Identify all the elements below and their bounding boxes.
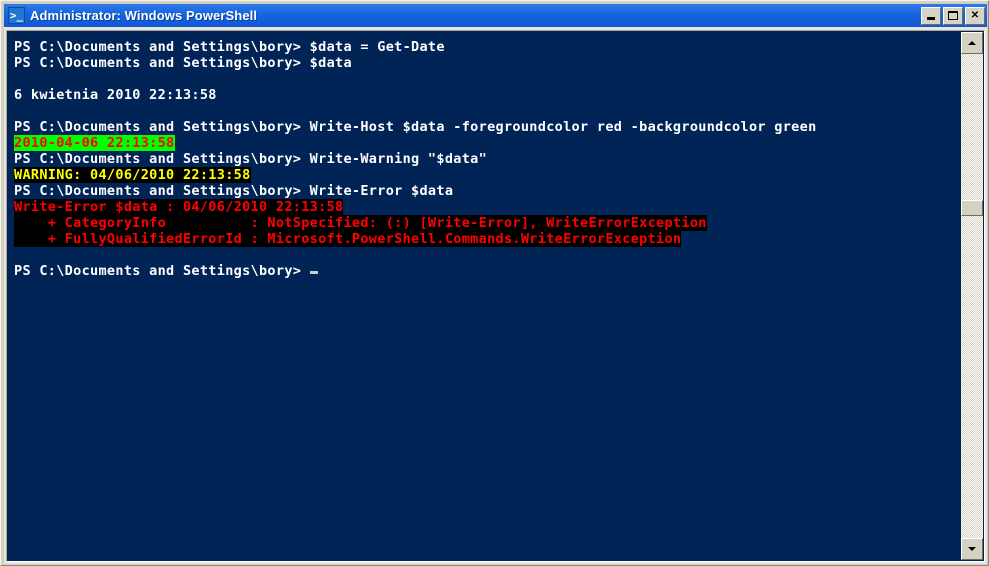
line-1-command: PS C:\Documents and Settings\bory> $data…	[14, 39, 963, 55]
line-13-error-fqid: + FullyQualifiedErrorId : Microsoft.Powe…	[14, 231, 963, 247]
powershell-window: >_ Administrator: Windows PowerShell ✕ P…	[0, 0, 989, 566]
console-text-segment: Write-Error $data : 04/06/2010 22:13:58	[14, 199, 344, 215]
vertical-scroll-thumb[interactable]	[961, 200, 983, 216]
console-client-area: PS C:\Documents and Settings\bory> $data…	[6, 30, 985, 562]
scroll-up-arrow-icon	[968, 41, 976, 45]
console-output[interactable]: PS C:\Documents and Settings\bory> $data…	[8, 32, 963, 560]
console-text-segment: 2010-04-06 22:13:58	[14, 135, 175, 151]
powershell-prompt-icon: >_	[8, 7, 25, 24]
line-10-command-write-error: PS C:\Documents and Settings\bory> Write…	[14, 183, 963, 199]
line-4-output-date: 6 kwietnia 2010 22:13:58	[14, 87, 963, 103]
console-text-segment: WARNING: 04/06/2010 22:13:58	[14, 167, 251, 183]
text-cursor	[309, 271, 318, 274]
console-text-segment: PS C:\Documents and Settings\bory> Write…	[14, 151, 488, 167]
powershell-icon-glyph: >_	[9, 9, 24, 22]
console-text-segment: + FullyQualifiedErrorId : Microsoft.Powe…	[14, 231, 682, 247]
close-button[interactable]: ✕	[965, 6, 985, 25]
line-12-error-categoryinfo: + CategoryInfo : NotSpecified: (:) [Writ…	[14, 215, 963, 231]
window-controls: ✕	[921, 6, 985, 25]
line-14-blank	[14, 247, 963, 263]
console-text-segment: PS C:\Documents and Settings\bory> $data	[14, 55, 352, 71]
line-7-write-host-output: 2010-04-06 22:13:58	[14, 135, 963, 151]
line-6-command-write-host: PS C:\Documents and Settings\bory> Write…	[14, 119, 963, 135]
close-icon: ✕	[970, 9, 980, 21]
line-15-prompt: PS C:\Documents and Settings\bory>	[14, 263, 963, 279]
maximize-button[interactable]	[943, 6, 963, 25]
console-text-segment: PS C:\Documents and Settings\bory> Write…	[14, 119, 817, 135]
line-3-blank	[14, 71, 963, 87]
minimize-icon	[922, 8, 940, 24]
line-11-error-message: Write-Error $data : 04/06/2010 22:13:58	[14, 199, 963, 215]
console-text-segment: PS C:\Documents and Settings\bory> $data…	[14, 39, 445, 55]
scroll-down-button[interactable]	[961, 538, 983, 560]
line-2-command: PS C:\Documents and Settings\bory> $data	[14, 55, 963, 71]
vertical-scrollbar[interactable]	[961, 32, 983, 560]
line-8-command-write-warning: PS C:\Documents and Settings\bory> Write…	[14, 151, 963, 167]
console-text-segment: PS C:\Documents and Settings\bory>	[14, 263, 310, 279]
scroll-up-button[interactable]	[961, 32, 983, 54]
line-5-blank	[14, 103, 963, 119]
window-titlebar[interactable]: >_ Administrator: Windows PowerShell ✕	[4, 4, 987, 27]
scroll-down-arrow-icon	[968, 547, 976, 551]
maximize-icon	[944, 8, 962, 24]
console-text-segment: 6 kwietnia 2010 22:13:58	[14, 87, 217, 103]
console-text-segment: PS C:\Documents and Settings\bory> Write…	[14, 183, 454, 199]
console-text-segment: + CategoryInfo : NotSpecified: (:) [Writ…	[14, 215, 707, 231]
window-title: Administrator: Windows PowerShell	[30, 8, 258, 23]
minimize-button[interactable]	[921, 6, 941, 25]
line-9-warning-output: WARNING: 04/06/2010 22:13:58	[14, 167, 963, 183]
